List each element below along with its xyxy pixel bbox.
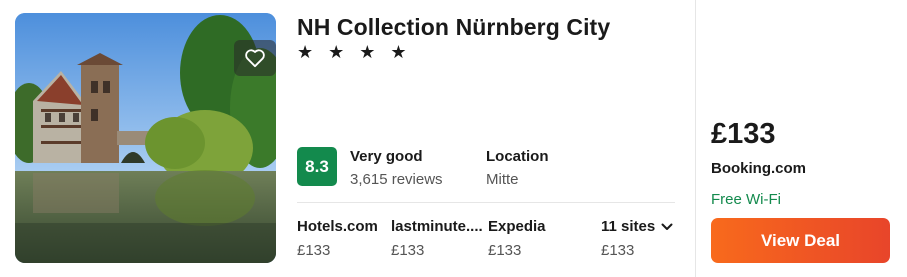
- site-offer-expedia[interactable]: Expedia £133: [488, 218, 546, 259]
- more-sites-price: £133: [601, 242, 635, 259]
- location-value: Mitte: [486, 171, 519, 188]
- hotel-name[interactable]: NH Collection Nürnberg City: [297, 14, 610, 41]
- amenity-free-wifi: Free Wi-Fi: [711, 191, 781, 208]
- more-sites-label: 11 sites: [601, 218, 656, 235]
- hotel-photo[interactable]: [15, 13, 276, 263]
- site-offer-hotels-com[interactable]: Hotels.com £133: [297, 218, 378, 259]
- location-label: Location: [486, 148, 549, 165]
- site-name: Expedia: [488, 218, 546, 235]
- deal-price: £133: [711, 118, 776, 150]
- site-price: £133: [297, 242, 331, 259]
- hotel-result-card: NH Collection Nürnberg City ★ ★ ★ ★ 8.3 …: [0, 0, 907, 277]
- site-offer-lastminute[interactable]: lastminute.... £133: [391, 218, 483, 259]
- more-sites-button[interactable]: 11 sites £133: [601, 218, 673, 259]
- star-rating: ★ ★ ★ ★: [297, 42, 412, 62]
- deal-provider: Booking.com: [711, 160, 807, 177]
- site-name: Hotels.com: [297, 218, 378, 235]
- review-count[interactable]: 3,615 reviews: [350, 171, 443, 188]
- section-divider: [297, 202, 675, 203]
- column-divider: [695, 0, 696, 277]
- favorite-button[interactable]: [234, 40, 276, 76]
- heart-outline-icon: [245, 49, 265, 68]
- chevron-down-icon: [661, 223, 673, 230]
- site-price: £133: [488, 242, 522, 259]
- rating-score-badge: 8.3: [297, 147, 337, 186]
- site-price: £133: [391, 242, 425, 259]
- site-name: lastminute....: [391, 218, 483, 235]
- rating-label: Very good: [350, 148, 423, 165]
- view-deal-button[interactable]: View Deal: [711, 218, 890, 263]
- more-sites-label-row: 11 sites: [601, 218, 673, 235]
